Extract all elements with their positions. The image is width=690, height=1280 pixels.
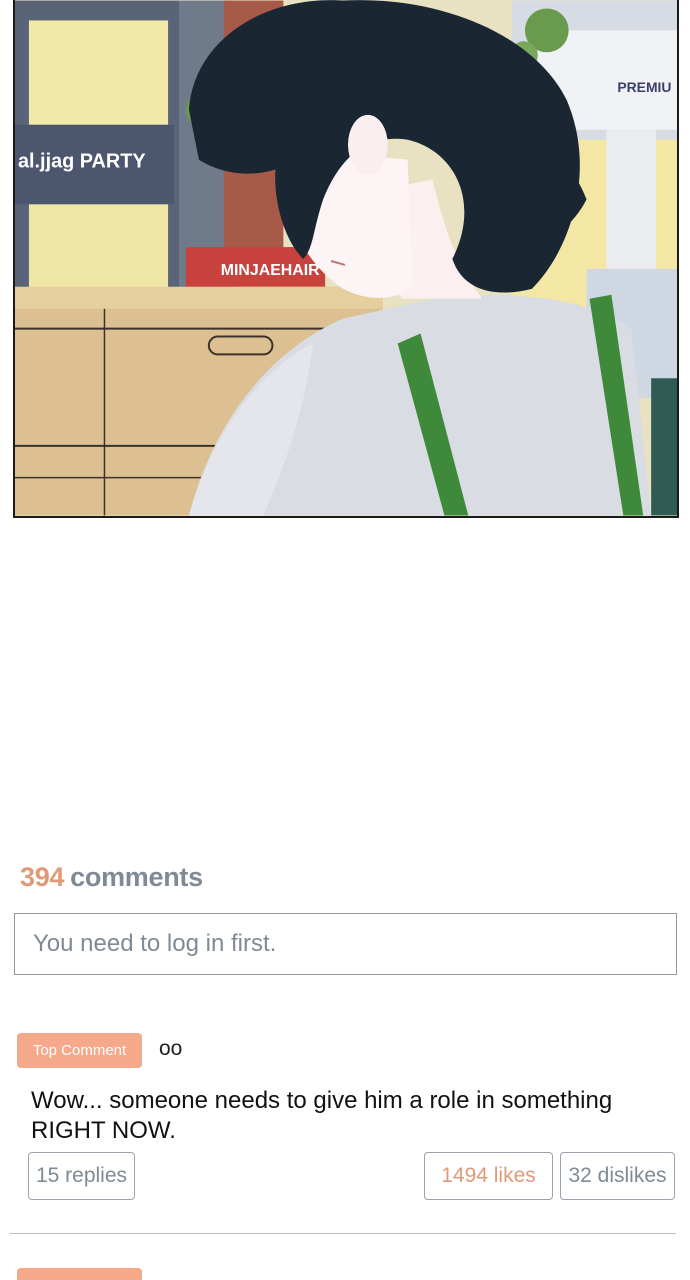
comment-author[interactable]: oo [159,1037,182,1061]
comment-text: Wow... someone needs to give him a role … [31,1087,613,1144]
comment-input-placeholder: You need to log in first. [33,930,277,957]
next-comment-badge [17,1268,142,1280]
like-button[interactable]: 1494 likes [424,1152,553,1200]
comment-count-label: comments [70,862,203,892]
top-comment-badge: Top Comment [17,1033,142,1068]
comment-divider [10,1233,676,1234]
dislike-button[interactable]: 32 dislikes [560,1152,675,1200]
sign-hair-text: MINJAEHAIR [221,262,320,279]
comment-input[interactable]: You need to log in first. [14,913,677,975]
sign-party-text: al.jjag PARTY [18,151,146,173]
comic-panel: al.jjag PARTY MINJAEHAIR PREMIU [13,0,679,518]
comment-count: 394 [20,862,65,892]
comic-illustration: al.jjag PARTY MINJAEHAIR PREMIU [15,0,677,516]
comments-header: 394 comments [20,862,203,893]
sign-premium-text: PREMIU [617,79,671,95]
replies-button[interactable]: 15 replies [28,1152,135,1200]
